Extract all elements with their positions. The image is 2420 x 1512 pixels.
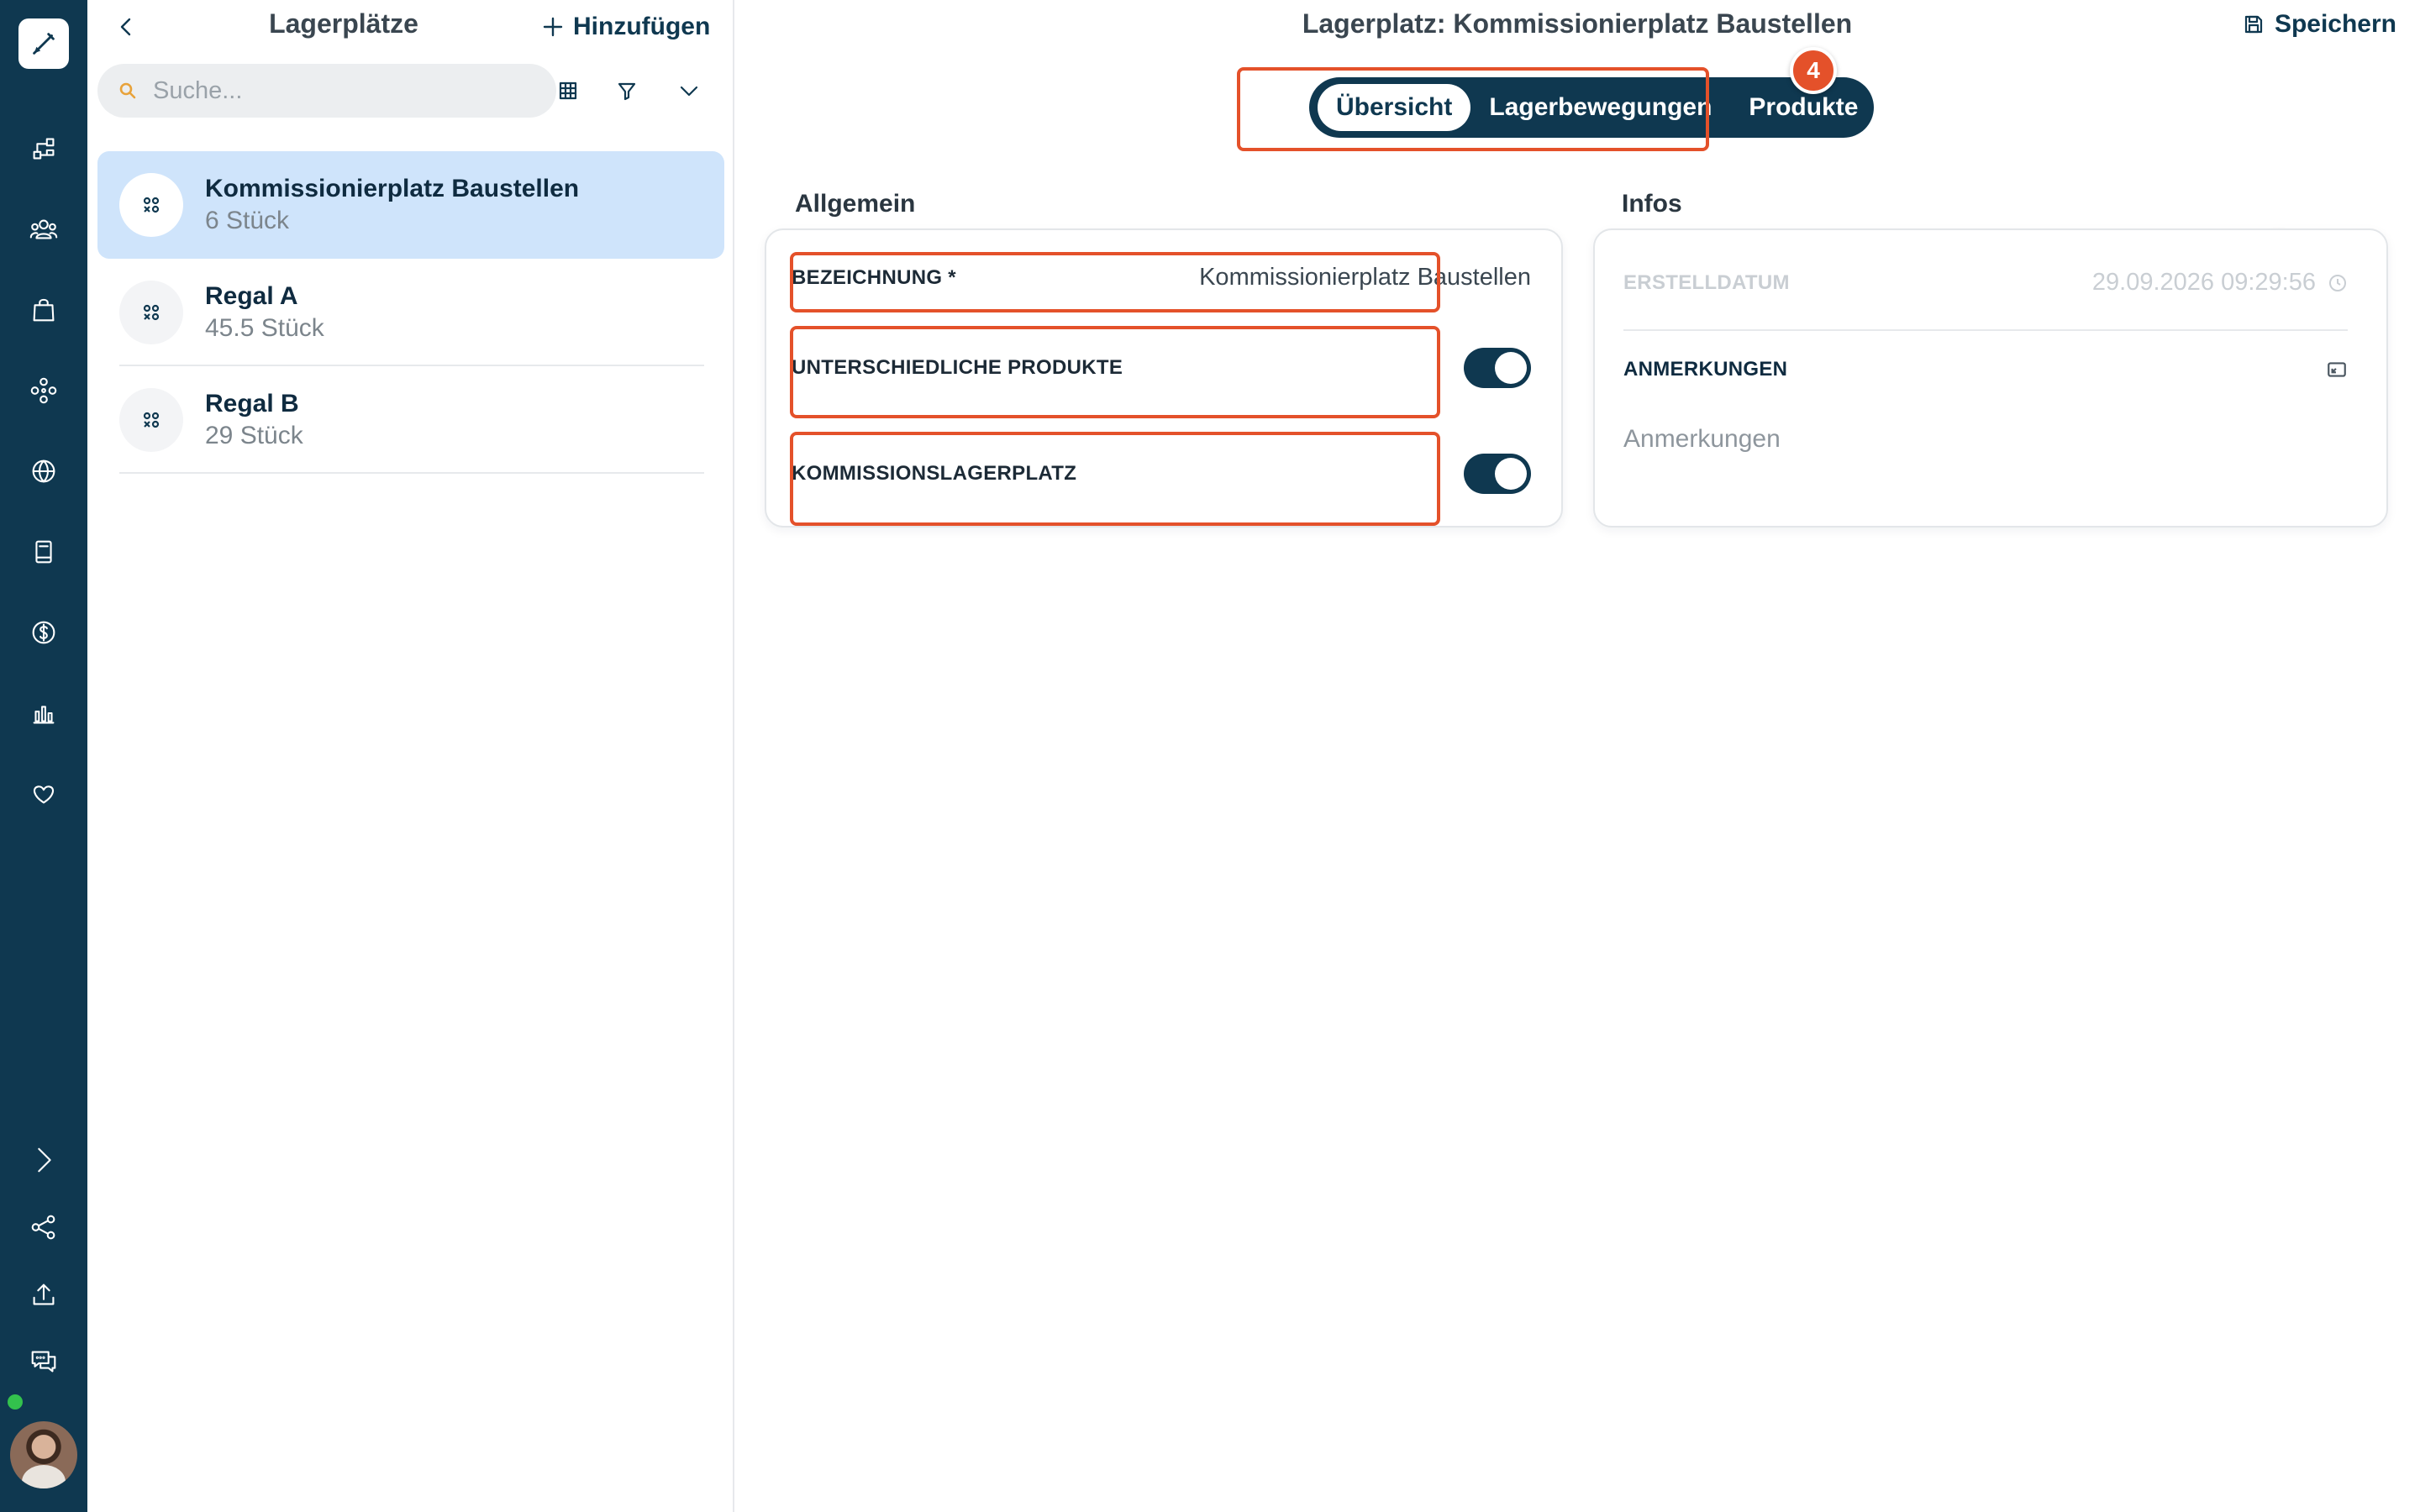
list-item-quantity: 29 Stück	[205, 422, 303, 449]
location-icon	[119, 388, 183, 452]
bar-chart-icon[interactable]	[23, 692, 65, 734]
save-button[interactable]: Speichern	[2243, 10, 2396, 39]
table-view-button[interactable]	[550, 72, 587, 109]
list-item[interactable]: Regal A 45.5 Stück	[97, 259, 724, 366]
created-date-value: 29.09.2026 09:29:56	[2091, 269, 2316, 296]
table-icon	[559, 81, 577, 100]
notes-input[interactable]: Anmerkungen	[1623, 425, 1781, 454]
storage-locations-panel: Lagerplätze Hinzufügen Kommissionierplat…	[87, 0, 734, 1512]
plus-icon	[543, 17, 563, 37]
detail-view: Lagerplatz: Kommissionierplatz Baustelle…	[734, 0, 2420, 1512]
dollar-icon[interactable]	[23, 612, 65, 654]
online-status-indicator	[8, 1394, 23, 1410]
back-button[interactable]	[111, 12, 141, 42]
save-icon	[2244, 15, 2263, 34]
location-icon	[119, 173, 183, 237]
created-date-value-wrap: 29.09.2026 09:29:56	[2092, 269, 2348, 297]
storage-location-list: Kommissionierplatz Baustellen 6 Stück Re…	[97, 151, 724, 474]
add-button[interactable]: Hinzufügen	[541, 10, 710, 44]
chat-icon[interactable]	[23, 1341, 65, 1383]
search-box	[97, 64, 556, 118]
chevron-left-icon	[120, 18, 131, 36]
list-item-name: Kommissionierplatz Baustellen	[205, 175, 580, 202]
notes-label: ANMERKUNGEN	[1623, 358, 1788, 381]
chevron-down-icon	[680, 86, 698, 97]
highlight-box-tabs	[1237, 67, 1709, 151]
share-icon[interactable]	[23, 1206, 65, 1248]
shopping-bag-icon[interactable]	[23, 289, 65, 331]
different-products-toggle[interactable]	[1464, 348, 1531, 388]
chevron-right-icon[interactable]	[23, 1139, 65, 1181]
search-icon	[119, 82, 136, 99]
pencil-logo-icon[interactable]	[18, 18, 69, 69]
save-button-label: Speichern	[2274, 10, 2396, 38]
list-header: Lagerplätze Hinzufügen	[87, 0, 734, 54]
list-item-quantity: 6 Stück	[205, 207, 290, 234]
expand-button[interactable]	[671, 72, 708, 109]
picking-location-toggle[interactable]	[1464, 454, 1531, 494]
nodes-icon[interactable]	[23, 370, 65, 412]
info-section-heading: Infos	[1622, 190, 1682, 218]
list-item[interactable]: Regal B 29 Stück	[97, 366, 724, 474]
highlight-box-picking-location	[790, 432, 1440, 526]
filter-button[interactable]	[608, 72, 645, 109]
search-input[interactable]	[153, 76, 506, 105]
step-marker-4: 4	[1790, 47, 1837, 94]
divider	[1623, 329, 2348, 331]
list-item-name: Regal A	[205, 282, 298, 310]
info-card: ERSTELLDATUM 29.09.2026 09:29:56 ANMERKU…	[1593, 228, 2388, 528]
general-section-heading: Allgemein	[795, 190, 916, 218]
book-icon[interactable]	[23, 531, 65, 573]
hierarchy-icon[interactable]	[23, 128, 65, 170]
notes-row: ANMERKUNGEN	[1623, 358, 2348, 381]
avatar[interactable]	[10, 1421, 77, 1488]
expand-editor-icon[interactable]	[2326, 359, 2348, 381]
highlight-box-name	[790, 252, 1440, 312]
location-icon	[119, 281, 183, 344]
heart-icon[interactable]	[23, 773, 65, 815]
add-button-label: Hinzufügen	[573, 13, 711, 40]
users-icon[interactable]	[23, 208, 65, 250]
filter-icon	[618, 82, 636, 101]
upload-icon[interactable]	[23, 1273, 65, 1315]
list-item-quantity: 45.5 Stück	[205, 314, 324, 342]
created-date-label: ERSTELLDATUM	[1623, 270, 1790, 294]
list-item-name: Regal B	[205, 390, 299, 417]
clock-icon	[2329, 274, 2346, 291]
page-title: Lagerplatz: Kommissionierplatz Baustelle…	[1302, 8, 1853, 39]
created-date-row: ERSTELLDATUM 29.09.2026 09:29:56	[1623, 269, 2348, 297]
globe-icon[interactable]	[23, 450, 65, 492]
app-rail	[0, 0, 87, 1512]
list-title: Lagerplätze	[269, 8, 418, 39]
highlight-box-different-products	[790, 326, 1440, 418]
list-item[interactable]: Kommissionierplatz Baustellen 6 Stück	[97, 151, 724, 259]
